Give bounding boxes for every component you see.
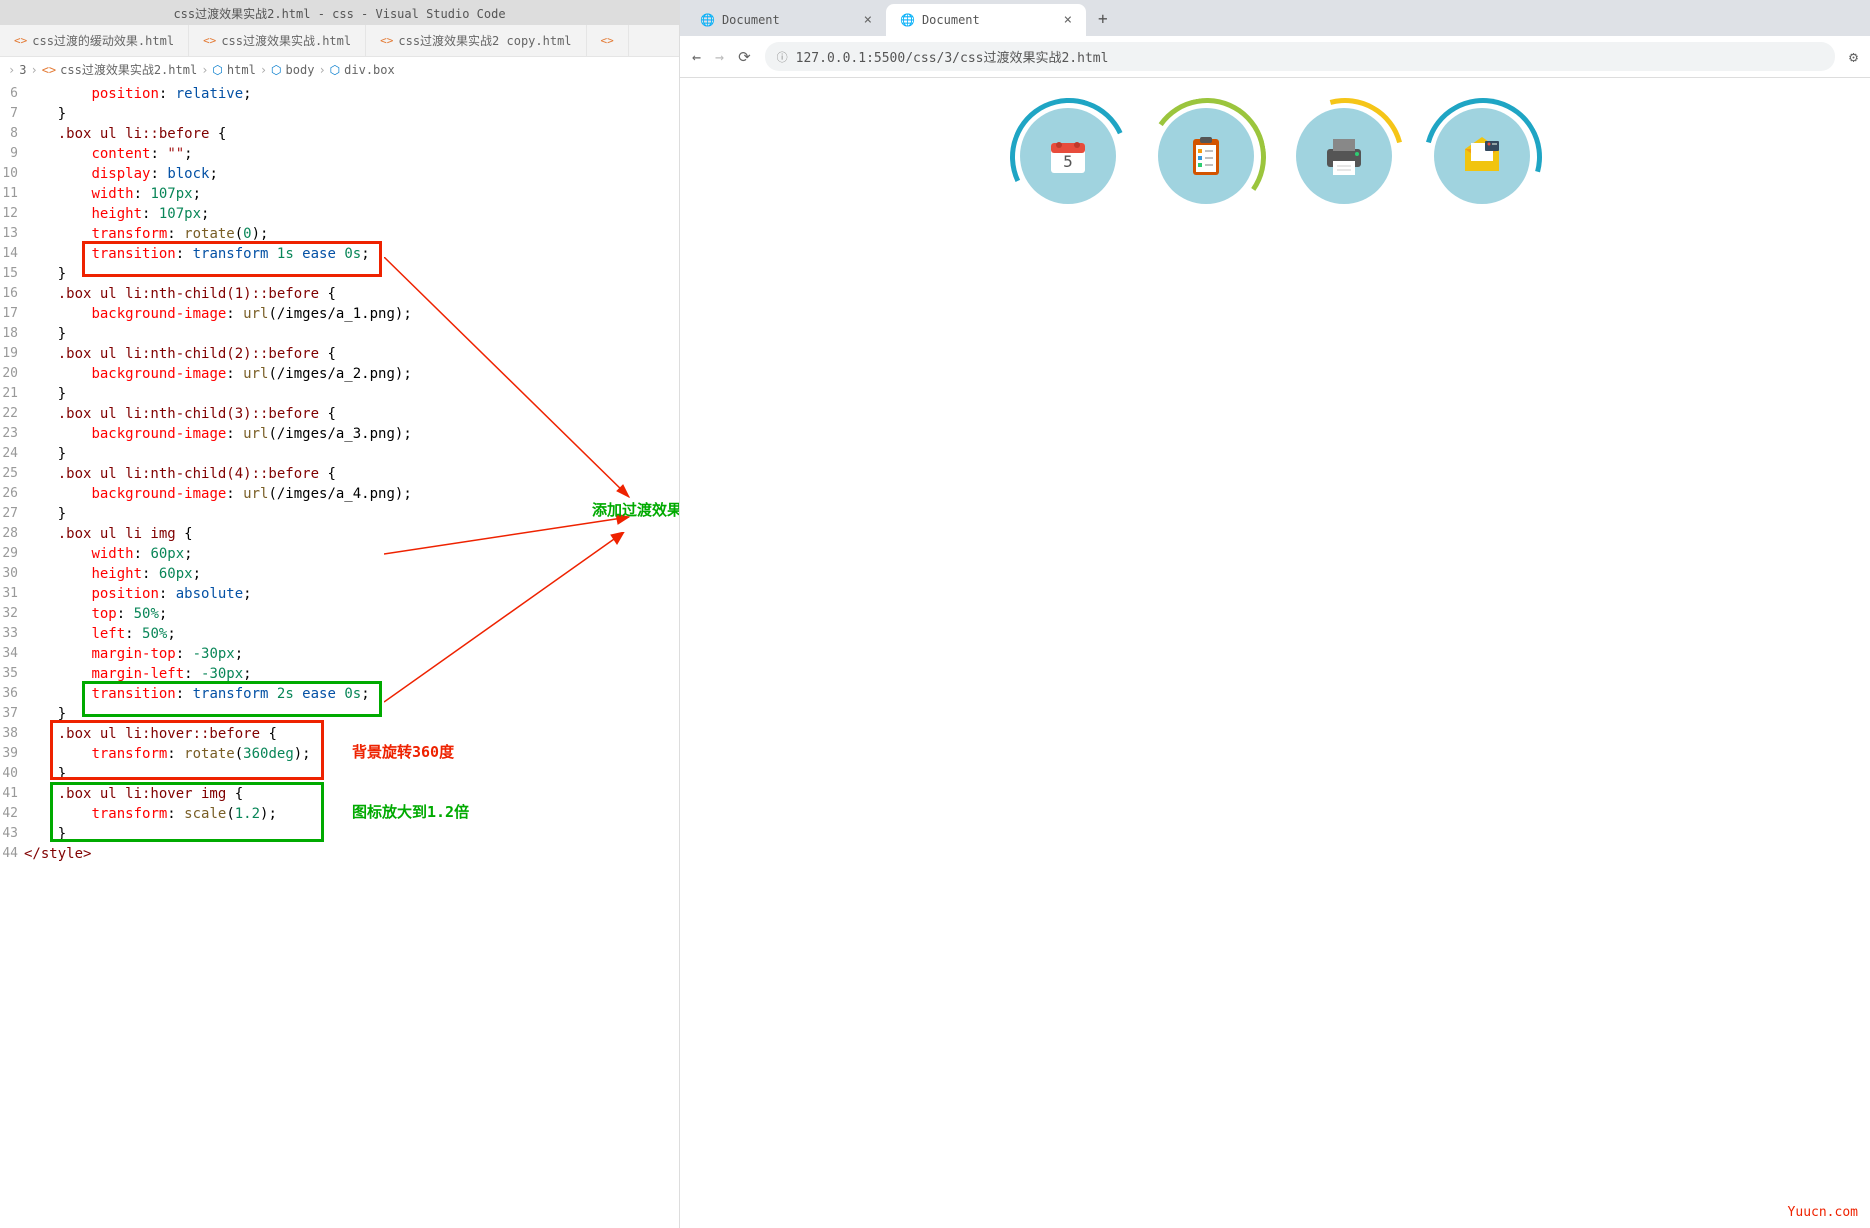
annotation-box-green xyxy=(50,782,324,842)
close-icon[interactable]: × xyxy=(1064,12,1072,28)
vscode-panel: 终端(T) 帮助(H) css过渡效果实战2.html - css - Visu… xyxy=(0,0,680,1228)
annotation-text: 图标放大到1.2倍 xyxy=(352,802,469,822)
editor-tab-more[interactable]: <> xyxy=(587,25,629,56)
editor-tab[interactable]: <>css过渡的缓动效果.html xyxy=(0,25,189,56)
printer-circle[interactable] xyxy=(1296,108,1392,204)
browser-tabs: 🌐Document× 🌐Document× + xyxy=(680,0,1870,36)
annotation-box-red xyxy=(50,720,324,780)
breadcrumb-item[interactable]: body xyxy=(286,63,315,77)
translate-icon[interactable]: ⚙ xyxy=(1849,48,1858,66)
close-icon[interactable]: × xyxy=(864,12,872,28)
annotation-text: 添加过渡效果 xyxy=(592,500,679,520)
annotation-box-red xyxy=(82,241,382,277)
editor-tab[interactable]: <>css过渡效果实战2 copy.html xyxy=(366,25,586,56)
line-numbers: 6 7 8 9 10 11 12 13 14 15 16 17 18 19 20… xyxy=(0,82,24,1228)
annotation-arrow xyxy=(384,532,644,712)
title-bar: css过渡效果实战2.html - css - Visual Studio Co… xyxy=(0,5,679,25)
calendar-circle[interactable]: 5 xyxy=(1020,108,1116,204)
html-icon: <> xyxy=(42,63,56,77)
html-icon: <> xyxy=(203,34,216,47)
globe-icon: 🌐 xyxy=(900,13,915,27)
tag-icon: ⬡ xyxy=(330,63,340,77)
tag-icon: ⬡ xyxy=(212,63,222,77)
browser-panel: 🌐Document× 🌐Document× + ← → ⟳ ⓘ 127.0.0.… xyxy=(680,0,1870,1228)
browser-tab[interactable]: 🌐Document× xyxy=(686,4,886,36)
forward-button[interactable]: → xyxy=(715,48,724,66)
html-icon: <> xyxy=(14,34,27,47)
browser-tab[interactable]: 🌐Document× xyxy=(886,4,1086,36)
breadcrumb-item[interactable]: css过渡效果实战2.html xyxy=(60,61,197,78)
globe-icon: 🌐 xyxy=(700,13,715,27)
back-button[interactable]: ← xyxy=(692,48,701,66)
info-icon: ⓘ xyxy=(777,49,788,65)
breadcrumb-item[interactable]: 3 xyxy=(19,63,26,77)
tag-icon: ⬡ xyxy=(271,63,281,77)
url-bar[interactable]: ⓘ 127.0.0.1:5500/css/3/css过渡效果实战2.html xyxy=(765,42,1835,71)
code-area[interactable]: position: relative; } .box ul li::before… xyxy=(24,82,679,1228)
breadcrumb-item[interactable]: div.box xyxy=(344,63,395,77)
annotation-box-green xyxy=(82,681,382,717)
page-content: 5 Yuucn.com xyxy=(680,78,1870,1228)
annotation-text: 背景旋转360度 xyxy=(352,742,454,762)
mail-circle[interactable] xyxy=(1434,108,1530,204)
watermark: Yuucn.com xyxy=(1788,1205,1858,1220)
code-editor[interactable]: 6 7 8 9 10 11 12 13 14 15 16 17 18 19 20… xyxy=(0,82,679,1228)
html-icon: <> xyxy=(380,34,393,47)
reload-button[interactable]: ⟳ xyxy=(738,48,751,66)
svg-text:5: 5 xyxy=(1063,152,1073,171)
browser-toolbar: ← → ⟳ ⓘ 127.0.0.1:5500/css/3/css过渡效果实战2.… xyxy=(680,36,1870,78)
url-text: 127.0.0.1:5500/css/3/css过渡效果实战2.html xyxy=(796,47,1109,66)
editor-tab[interactable]: <>css过渡效果实战.html xyxy=(189,25,366,56)
icon-row: 5 xyxy=(700,108,1850,204)
clipboard-circle[interactable] xyxy=(1158,108,1254,204)
breadcrumb: ›3 ›<>css过渡效果实战2.html ›⬡html ›⬡body ›⬡di… xyxy=(0,57,679,82)
html-icon: <> xyxy=(601,34,614,47)
new-tab-button[interactable]: + xyxy=(1086,1,1120,36)
editor-tabs: <>css过渡的缓动效果.html <>css过渡效果实战.html <>css… xyxy=(0,25,679,57)
breadcrumb-item[interactable]: html xyxy=(227,63,256,77)
